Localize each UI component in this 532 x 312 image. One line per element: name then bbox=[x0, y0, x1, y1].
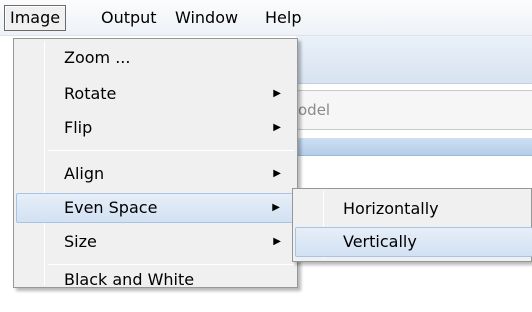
menu-output[interactable]: Output bbox=[96, 5, 162, 31]
menu-image[interactable]: Image bbox=[4, 5, 67, 31]
menu-help[interactable]: Help bbox=[260, 5, 306, 31]
even-space-submenu: Horizontally Vertically bbox=[292, 188, 532, 262]
menu-item-label: Rotate bbox=[64, 84, 117, 103]
background-header-strip bbox=[296, 138, 532, 156]
menu-item-even-space[interactable]: Even Space ▶ bbox=[16, 193, 295, 223]
background-field: odel bbox=[296, 90, 532, 130]
menu-item-label: Zoom ... bbox=[64, 48, 131, 67]
menu-bar: Image Output Window Help bbox=[0, 0, 532, 36]
menu-item-label: Even Space bbox=[64, 198, 158, 217]
image-menu: Zoom ... Rotate ▶ Flip ▶ Align ▶ Even Sp… bbox=[13, 38, 298, 289]
submenu-arrow-icon: ▶ bbox=[273, 88, 281, 99]
menu-item-align[interactable]: Align ▶ bbox=[16, 159, 295, 189]
menu-item-label: Align bbox=[64, 164, 105, 183]
submenu-arrow-icon: ▶ bbox=[273, 236, 281, 247]
menu-item-size[interactable]: Size ▶ bbox=[16, 227, 295, 257]
submenu-item-horizontally[interactable]: Horizontally bbox=[295, 194, 529, 224]
menu-separator bbox=[48, 264, 294, 265]
menu-item-zoom[interactable]: Zoom ... bbox=[16, 43, 295, 73]
menu-item-label: Flip bbox=[64, 118, 93, 137]
menu-item-label: Black and White bbox=[64, 270, 195, 289]
submenu-arrow-icon: ▶ bbox=[272, 202, 280, 213]
menu-separator bbox=[48, 150, 294, 151]
submenu-arrow-icon: ▶ bbox=[273, 168, 281, 179]
submenu-item-label: Horizontally bbox=[343, 199, 439, 218]
background-field-text: odel bbox=[298, 101, 331, 119]
submenu-item-label: Vertically bbox=[343, 232, 417, 251]
menu-item-flip[interactable]: Flip ▶ bbox=[16, 113, 295, 143]
submenu-item-vertically[interactable]: Vertically bbox=[295, 227, 532, 257]
menu-item-black-and-white[interactable]: Black and White bbox=[16, 270, 295, 289]
menu-item-label: Size bbox=[64, 232, 97, 251]
submenu-arrow-icon: ▶ bbox=[273, 122, 281, 133]
background-toolbar bbox=[296, 36, 532, 84]
menu-window[interactable]: Window bbox=[170, 5, 243, 31]
menu-item-rotate[interactable]: Rotate ▶ bbox=[16, 79, 295, 109]
